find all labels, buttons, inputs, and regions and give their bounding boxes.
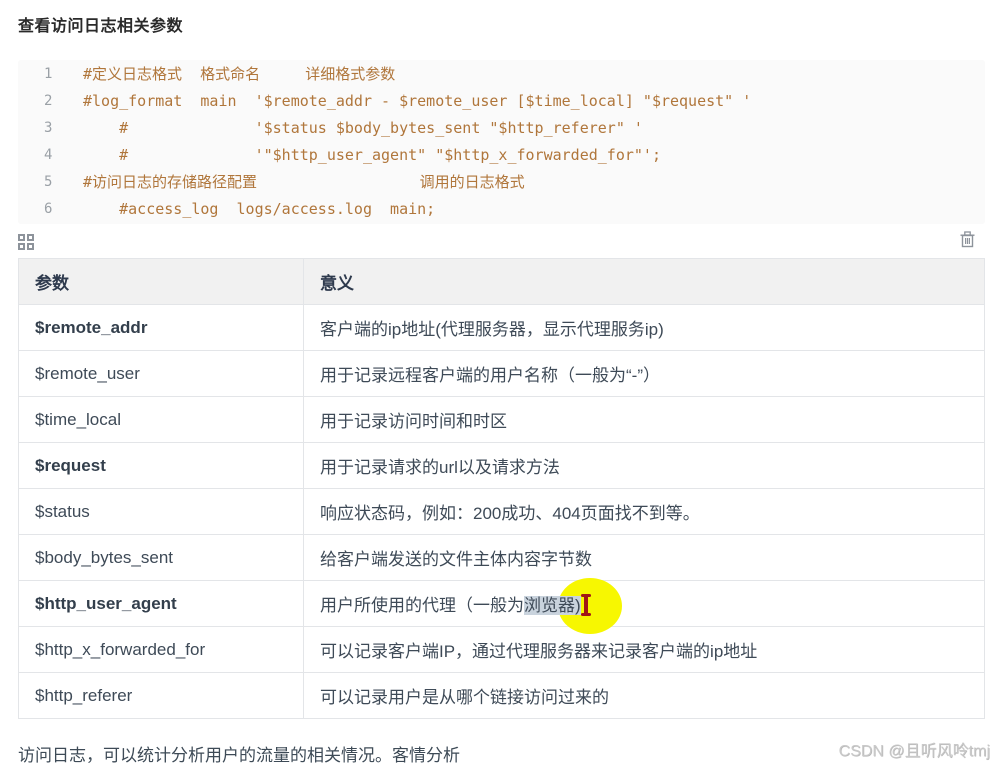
line-number: 5 xyxy=(44,174,53,190)
code-line: 2 #log_format main '$remote_addr - $remot… xyxy=(18,88,985,115)
meaning-cell: 用于记录远程客户端的用户名称（一般为“-”） xyxy=(303,350,985,397)
param-cell: $time_local xyxy=(18,396,304,443)
code-text: #log_format main '$remote_addr - $remote… xyxy=(83,92,752,110)
table-row: $http_user_agent 用户所使用的代理（一般为 浏览器) xyxy=(18,577,985,634)
table-row: $http_referer 可以记录用户是从哪个链接访问过来的 xyxy=(18,672,985,719)
trash-icon[interactable] xyxy=(960,231,975,253)
table-body: $remote_addr 客户端的ip地址(代理服务器，显示代理服务ip) $rem… xyxy=(18,304,985,719)
code-text: #访问日志的存储路径配置 调用的日志格式 xyxy=(83,173,525,191)
annotation-zone: 浏览器) xyxy=(524,577,622,634)
params-table: 参数 意义 $remote_addr 客户端的ip地址(代理服务器，显示代理服务i… xyxy=(18,258,985,719)
code-line: 1 #定义日志格式 格式命名 详细格式参数 xyxy=(18,61,985,88)
param-cell: $http_referer xyxy=(18,672,304,719)
selected-text: 浏览器) xyxy=(524,596,581,615)
meaning-cell: 给客户端发送的文件主体内容字节数 xyxy=(303,534,985,581)
line-number: 4 xyxy=(44,147,53,163)
code-text: #access_log logs/access.log main; xyxy=(83,200,436,218)
meaning-text: 用户所使用的代理（一般为 xyxy=(320,596,524,615)
code-text: #定义日志格式 格式命名 详细格式参数 xyxy=(83,65,396,83)
article-page: 查看访问日志相关参数 1 #定义日志格式 格式命名 详细格式参数 2 #log_for… xyxy=(0,0,1008,767)
meaning-cell: 可以记录用户是从哪个链接访问过来的 xyxy=(303,672,985,719)
code-line: 3 # '$status $body_bytes_sent "$http_ref… xyxy=(18,115,985,142)
param-cell: $body_bytes_sent xyxy=(18,534,304,581)
line-number: 2 xyxy=(44,93,53,109)
code-toolbar xyxy=(18,224,985,258)
meaning-cell: 客户端的ip地址(代理服务器，显示代理服务ip) xyxy=(303,304,985,351)
column-header-param: 参数 xyxy=(18,258,304,305)
table-row: $body_bytes_sent 给客户端发送的文件主体内容字节数 xyxy=(18,534,985,581)
line-number: 6 xyxy=(44,201,53,217)
meaning-cell: 可以记录客户端IP，通过代理服务器来记录客户端的ip地址 xyxy=(303,626,985,673)
param-cell: $status xyxy=(18,488,304,535)
code-text: # '"$http_user_agent" "$http_x_forwarded… xyxy=(83,146,661,164)
watermark: CSDN @且听风呤tmj xyxy=(838,743,990,760)
table-row: $http_x_forwarded_for 可以记录客户端IP，通过代理服务器来记… xyxy=(18,626,985,673)
table-row: $time_local 用于记录访问时间和时区 xyxy=(18,396,985,443)
meaning-cell: 用于记录访问时间和时区 xyxy=(303,396,985,443)
column-header-meaning: 意义 xyxy=(303,258,985,305)
line-number: 1 xyxy=(44,66,53,82)
page-title: 查看访问日志相关参数 xyxy=(18,18,184,35)
table-header-row: 参数 意义 xyxy=(18,258,985,305)
param-cell: $remote_addr xyxy=(18,304,304,351)
table-row: $request 用于记录请求的url以及请求方法 xyxy=(18,442,985,489)
meaning-cell: 用户所使用的代理（一般为 浏览器) xyxy=(303,577,985,634)
table-row: $remote_user 用于记录远程客户端的用户名称（一般为“-”） xyxy=(18,350,985,397)
table-row: $remote_addr 客户端的ip地址(代理服务器，显示代理服务ip) xyxy=(18,304,985,351)
meaning-cell: 用于记录请求的url以及请求方法 xyxy=(303,442,985,489)
param-cell: $request xyxy=(18,442,304,489)
line-number: 3 xyxy=(44,120,53,136)
grid-icon[interactable] xyxy=(18,234,34,250)
code-line: 5 #访问日志的存储路径配置 调用的日志格式 xyxy=(18,169,985,196)
meaning-cell: 响应状态码，例如：200成功、404页面找不到等。 xyxy=(303,488,985,535)
trash-icon-glyph xyxy=(960,231,975,248)
code-block: 1 #定义日志格式 格式命名 详细格式参数 2 #log_format main '$… xyxy=(18,60,985,224)
code-line: 6 #access_log logs/access.log main; xyxy=(18,196,985,223)
code-line: 4 # '"$http_user_agent" "$http_x_forward… xyxy=(18,142,985,169)
param-cell: $http_user_agent xyxy=(18,580,304,627)
param-cell: $remote_user xyxy=(18,350,304,397)
table-row: $status 响应状态码，例如：200成功、404页面找不到等。 xyxy=(18,488,985,535)
param-cell: $http_x_forwarded_for xyxy=(18,626,304,673)
code-text: # '$status $body_bytes_sent "$http_refer… xyxy=(83,119,643,137)
text-cursor-icon xyxy=(580,594,591,616)
